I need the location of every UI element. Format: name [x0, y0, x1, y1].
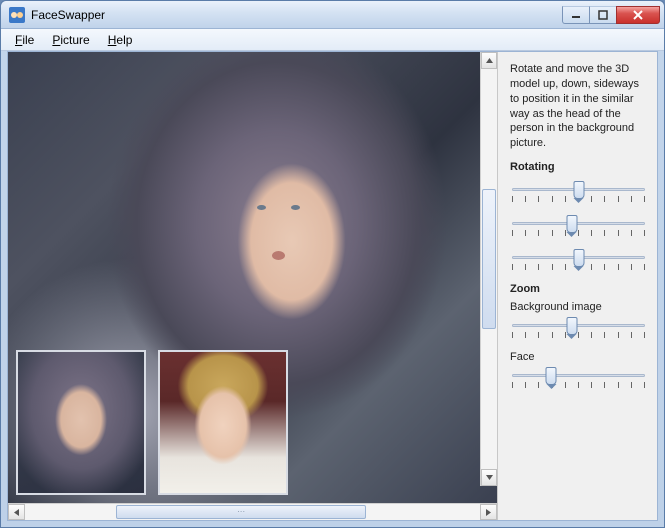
zoom-bg-label: Background image: [510, 301, 647, 313]
hscroll-thumb[interactable]: ···: [116, 505, 366, 519]
viewport[interactable]: [8, 52, 497, 503]
hscroll-track[interactable]: ···: [25, 504, 480, 520]
instruction-text: Rotate and move the 3D model up, down, s…: [510, 62, 647, 151]
slider-ticks: [512, 230, 645, 236]
slider-thumb[interactable]: [546, 367, 557, 385]
thumbnail-source-face[interactable]: [158, 350, 288, 495]
maximize-button[interactable]: [589, 6, 617, 24]
vscroll-thumb[interactable]: [482, 189, 496, 329]
vertical-scrollbar[interactable]: [480, 52, 497, 486]
zoom-section-title: Zoom: [510, 283, 647, 295]
rotate-slider-2[interactable]: [510, 213, 647, 243]
zoom-bg-slider[interactable]: [510, 315, 647, 345]
vscroll-track[interactable]: [481, 69, 497, 469]
horizontal-scrollbar[interactable]: ···: [8, 503, 497, 520]
menubar: File Picture Help: [1, 29, 664, 51]
scroll-down-button[interactable]: [481, 469, 497, 486]
window-title: FaceSwapper: [31, 8, 105, 22]
thumbnail-strip: [16, 350, 288, 495]
titlebar[interactable]: FaceSwapper: [1, 1, 664, 29]
app-window: FaceSwapper File Picture Help: [0, 0, 665, 528]
slider-track: [512, 374, 645, 377]
app-icon: [9, 7, 25, 23]
menu-picture[interactable]: Picture: [44, 31, 97, 49]
side-panel: Rotate and move the 3D model up, down, s…: [497, 52, 657, 520]
slider-ticks: [512, 382, 645, 388]
scroll-right-button[interactable]: [480, 504, 497, 520]
close-button[interactable]: [616, 6, 660, 24]
minimize-button[interactable]: [562, 6, 590, 24]
slider-thumb[interactable]: [566, 215, 577, 233]
slider-ticks: [512, 332, 645, 338]
slider-track: [512, 222, 645, 225]
zoom-face-label: Face: [510, 351, 647, 363]
slider-thumb[interactable]: [573, 249, 584, 267]
slider-thumb[interactable]: [573, 181, 584, 199]
zoom-face-slider[interactable]: [510, 365, 647, 395]
viewport-wrap: ···: [8, 52, 497, 520]
rotate-slider-3[interactable]: [510, 247, 647, 277]
window-controls: [563, 6, 660, 24]
scroll-left-button[interactable]: [8, 504, 25, 520]
slider-thumb[interactable]: [566, 317, 577, 335]
client-area: ··· Rotate and move the 3D model up, dow…: [7, 51, 658, 521]
slider-track: [512, 324, 645, 327]
rotate-slider-1[interactable]: [510, 179, 647, 209]
scroll-up-button[interactable]: [481, 52, 497, 69]
rotating-section-title: Rotating: [510, 161, 647, 173]
thumbnail-original[interactable]: [16, 350, 146, 495]
menu-help[interactable]: Help: [100, 31, 141, 49]
menu-file[interactable]: File: [7, 31, 42, 49]
